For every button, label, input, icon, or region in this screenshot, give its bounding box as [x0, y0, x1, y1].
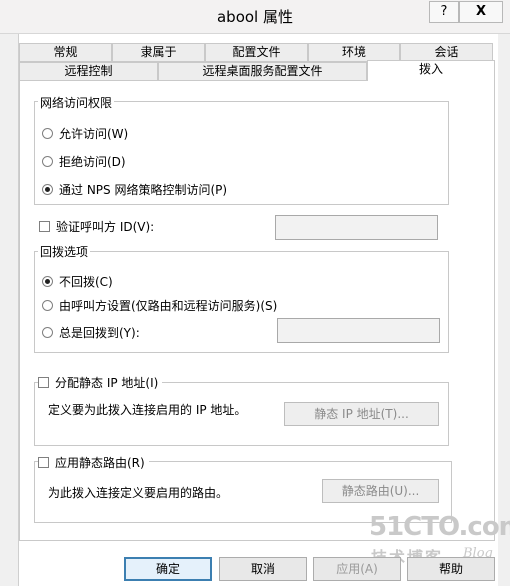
radio-indicator	[42, 300, 53, 311]
callback-title: 回拨选项	[38, 243, 91, 260]
tab-rds-profile[interactable]: 远程桌面服务配置文件	[158, 62, 367, 81]
radio-nps-policy[interactable]: 通过 NPS 网络策略控制访问(P)	[42, 181, 227, 198]
title-bar: abool 属性 ? X	[0, 0, 510, 34]
help-button[interactable]: 帮助	[407, 557, 495, 581]
cancel-button[interactable]: 取消	[219, 557, 307, 581]
checkbox-box	[38, 457, 49, 468]
radio-always-callback[interactable]: 总是回拨到(Y):	[42, 324, 140, 341]
checkbox-label: 验证呼叫方 ID(V):	[56, 220, 155, 234]
watermark-site: 51CTO.com	[369, 512, 510, 542]
static-ip-checkbox[interactable]: 分配静态 IP 地址(I)	[38, 374, 163, 391]
static-ip-description: 定义要为此拨入连接启用的 IP 地址。	[48, 403, 247, 417]
tab-profile[interactable]: 配置文件	[205, 43, 308, 62]
radio-set-by-caller[interactable]: 由呼叫方设置(仅路由和远程访问服务)(S)	[42, 297, 277, 314]
help-title-button[interactable]: ?	[429, 1, 459, 23]
background-window-edge-right	[498, 34, 510, 586]
background-window-edge	[0, 34, 19, 586]
tab-general[interactable]: 常规	[19, 43, 112, 62]
caller-id-input[interactable]	[275, 215, 438, 240]
tab-dial-in[interactable]: 拨入	[367, 60, 495, 82]
checkbox-label: 分配静态 IP 地址(I)	[55, 376, 159, 390]
radio-allow-access[interactable]: 允许访问(W)	[42, 125, 128, 142]
radio-label: 拒绝访问(D)	[59, 155, 126, 169]
static-route-description: 为此拨入连接定义要启用的路由。	[48, 486, 229, 500]
tab-member-of[interactable]: 隶属于	[112, 43, 205, 62]
radio-label: 通过 NPS 网络策略控制访问(P)	[59, 183, 228, 197]
static-route-checkbox[interactable]: 应用静态路由(R)	[38, 454, 149, 471]
close-button[interactable]: X	[459, 1, 503, 23]
radio-label: 允许访问(W)	[59, 127, 129, 141]
callback-number-input[interactable]	[277, 318, 440, 343]
radio-deny-access[interactable]: 拒绝访问(D)	[42, 153, 126, 170]
static-route-button[interactable]: 静态路由(U)...	[322, 479, 439, 503]
network-access-title: 网络访问权限	[38, 94, 115, 111]
verify-caller-id-checkbox[interactable]: 验证呼叫方 ID(V):	[39, 218, 154, 235]
radio-label: 不回拨(C)	[59, 275, 113, 289]
radio-indicator	[42, 156, 53, 167]
checkbox-label: 应用静态路由(R)	[55, 456, 145, 470]
radio-indicator	[42, 128, 53, 139]
radio-indicator-selected	[42, 276, 53, 287]
static-ip-button[interactable]: 静态 IP 地址(T)...	[284, 402, 439, 426]
tab-remote-control[interactable]: 远程控制	[19, 62, 158, 81]
checkbox-box	[39, 221, 50, 232]
radio-label: 由呼叫方设置(仅路由和远程访问服务)(S)	[59, 299, 278, 313]
radio-indicator-selected	[42, 184, 53, 195]
radio-no-callback[interactable]: 不回拨(C)	[42, 273, 113, 290]
radio-label: 总是回拨到(Y):	[59, 326, 140, 340]
apply-button[interactable]: 应用(A)	[313, 557, 401, 581]
ok-button[interactable]: 确定	[124, 557, 212, 581]
radio-indicator	[42, 327, 53, 338]
checkbox-box	[38, 377, 49, 388]
